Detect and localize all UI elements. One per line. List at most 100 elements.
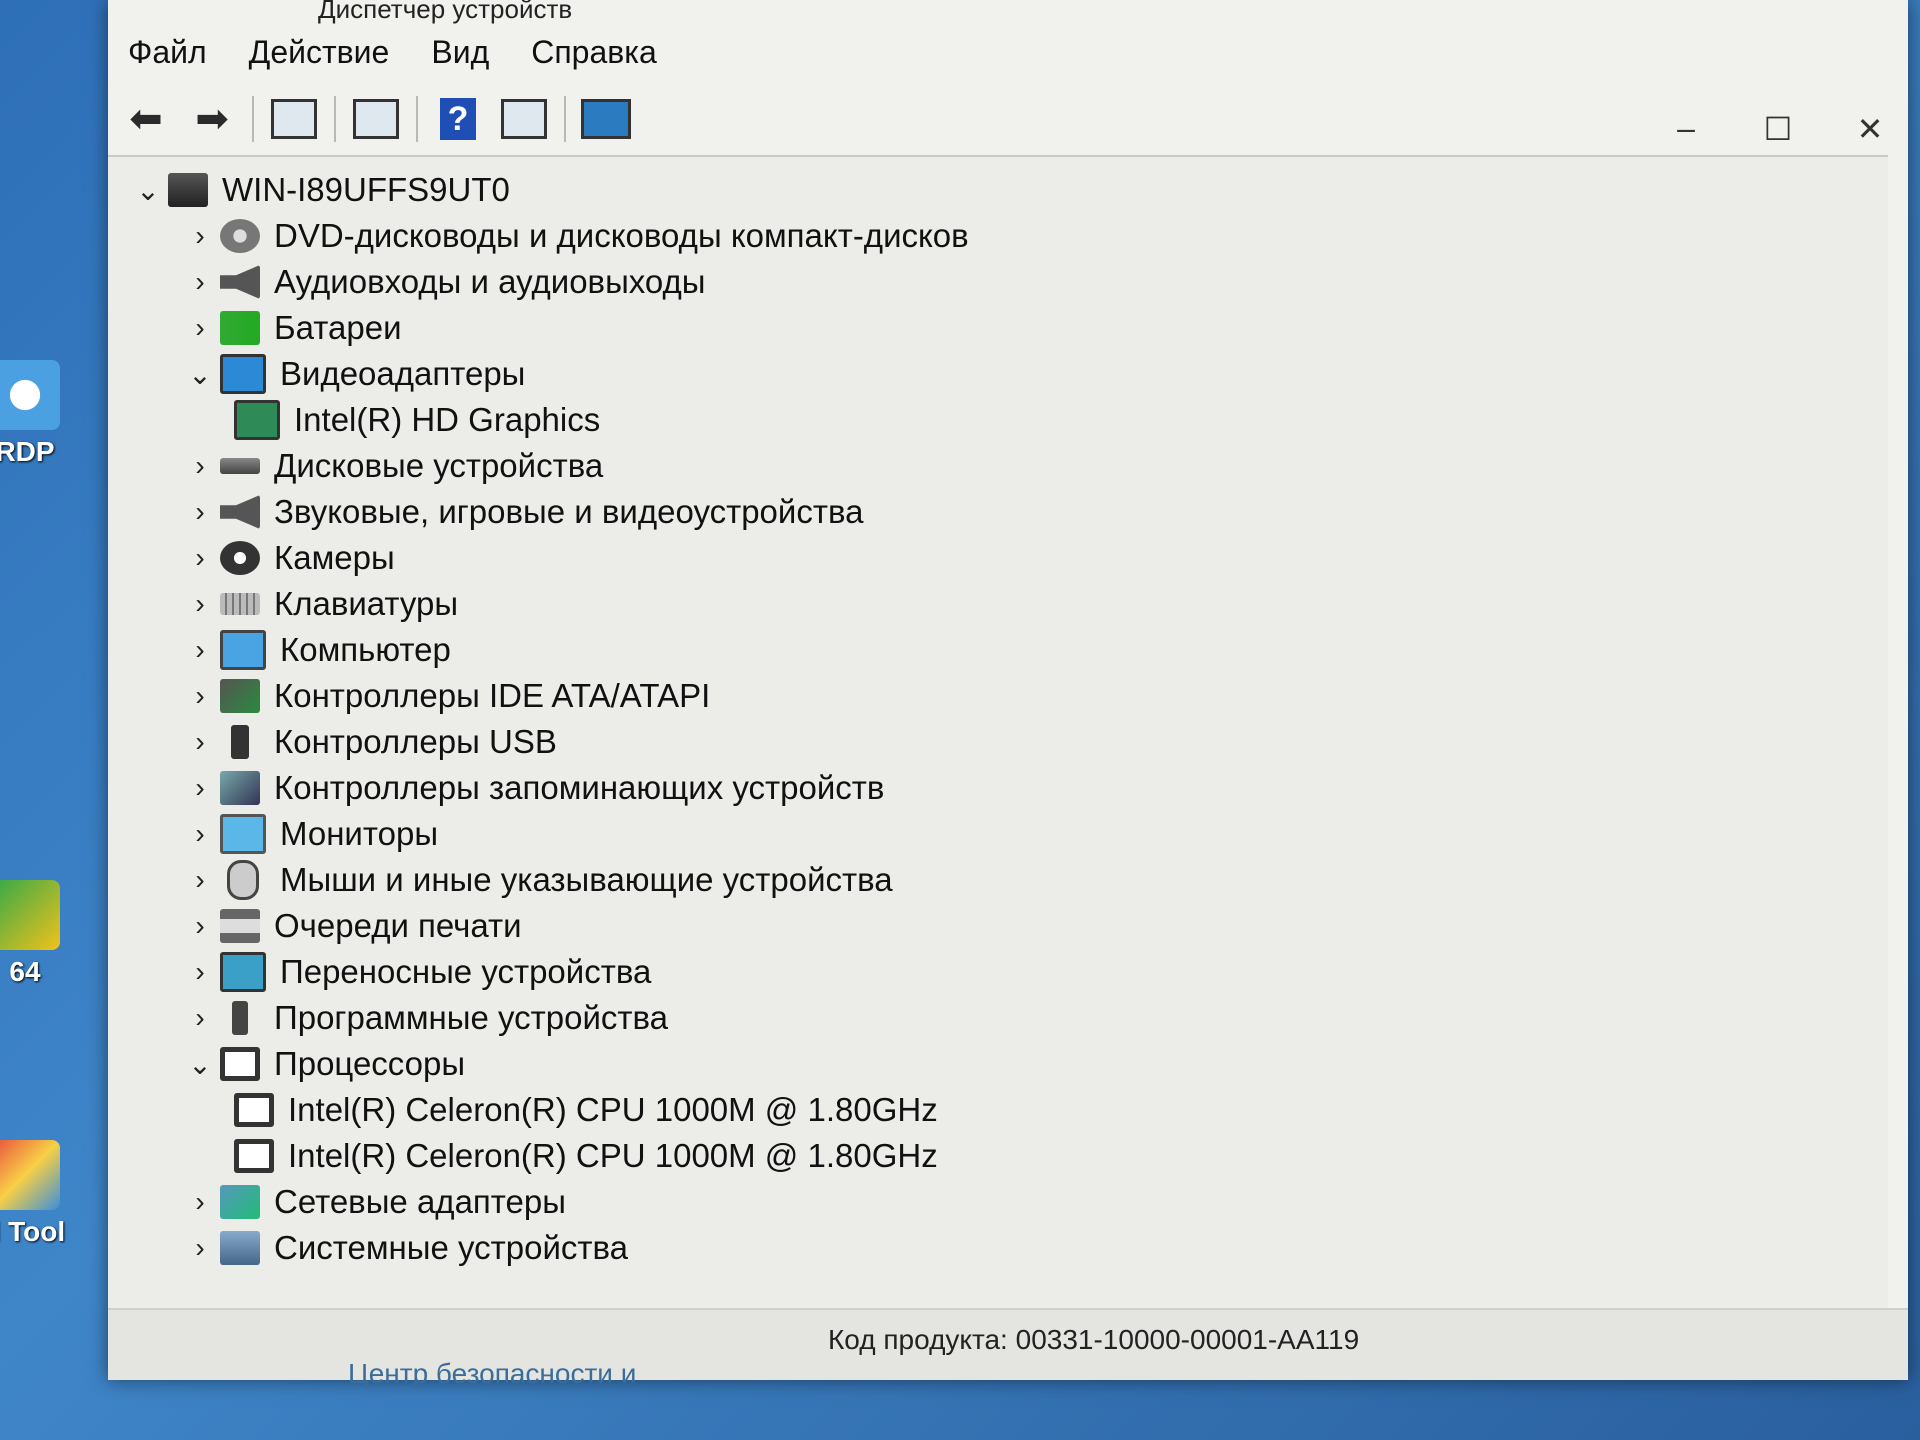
help-button[interactable]: ? — [432, 93, 484, 145]
chevron-right-icon[interactable]: › — [180, 634, 220, 666]
menu-view[interactable]: Вид — [431, 30, 489, 75]
chevron-right-icon[interactable]: › — [180, 312, 220, 344]
properties-button[interactable] — [268, 93, 320, 145]
tree-item-label: Звуковые, игровые и видеоустройства — [274, 493, 864, 530]
help-icon: ? — [440, 98, 476, 140]
toolbar-separator — [334, 96, 336, 142]
tree-item-label: Сетевые адаптеры — [274, 1183, 566, 1220]
tree-item-dvd[interactable]: › DVD-дисководы и дисководы компакт-диск… — [128, 213, 968, 259]
maximize-button[interactable]: ☐ — [1760, 110, 1796, 148]
device-tree-pane: ⌄ WIN-I89UFFS9UT0 › DVD-дисководы и диск… — [108, 155, 1888, 1310]
forward-icon: ➡ — [195, 97, 229, 141]
tree-item-computer[interactable]: › Компьютер — [128, 627, 969, 673]
chevron-right-icon[interactable]: › — [180, 864, 220, 896]
chevron-right-icon[interactable]: › — [180, 956, 220, 988]
battery-icon — [220, 311, 260, 345]
tree-item-audio-io[interactable]: › Аудиовходы и аудиовыходы — [128, 259, 969, 305]
tree-item-label: Программные устройства — [274, 999, 669, 1036]
menu-file[interactable]: Файл — [128, 30, 207, 75]
tree-item-label: Мониторы — [280, 815, 439, 852]
tree-item-batteries[interactable]: › Батареи — [128, 305, 969, 351]
chevron-right-icon[interactable]: › — [180, 1232, 220, 1264]
tree-device-cpu[interactable]: Intel(R) Celeron(R) CPU 1000M @ 1.80GHz — [128, 1087, 969, 1133]
chevron-right-icon[interactable]: › — [180, 1002, 220, 1034]
chevron-right-icon[interactable]: › — [180, 588, 220, 620]
chevron-right-icon[interactable]: › — [180, 772, 220, 804]
chevron-down-icon[interactable]: ⌄ — [180, 1048, 220, 1081]
portable-device-icon — [220, 952, 266, 992]
tree-item-label: Переносные устройства — [280, 953, 652, 990]
processor-icon — [234, 1139, 274, 1173]
tree-device-cpu[interactable]: Intel(R) Celeron(R) CPU 1000M @ 1.80GHz — [128, 1133, 969, 1179]
chevron-right-icon[interactable]: › — [180, 496, 220, 528]
tree-item-label: Видеоадаптеры — [280, 355, 526, 392]
tree-item-usb[interactable]: › Контроллеры USB — [128, 719, 969, 765]
chevron-right-icon[interactable]: › — [180, 266, 220, 298]
tree-item-label: Контроллеры IDE ATA/ATAPI — [274, 677, 711, 714]
chevron-right-icon[interactable]: › — [180, 910, 220, 942]
display-adapter-icon — [234, 400, 280, 440]
chevron-right-icon[interactable]: › — [180, 680, 220, 712]
rdp-icon — [0, 360, 60, 430]
desktop-icon-label: 64 — [9, 956, 41, 987]
tree-item-portable-devices[interactable]: › Переносные устройства — [128, 949, 969, 995]
close-button[interactable]: ✕ — [1852, 110, 1888, 148]
security-center-link[interactable]: Центр безопасности и — [348, 1358, 636, 1390]
chevron-right-icon[interactable]: › — [180, 220, 220, 252]
system-device-icon — [220, 1231, 260, 1265]
tree-item-cameras[interactable]: › Камеры — [128, 535, 969, 581]
tree-item-processors[interactable]: ⌄ Процессоры — [128, 1041, 969, 1087]
chevron-right-icon[interactable]: › — [180, 542, 220, 574]
window-title: Диспетчер устройств — [318, 0, 573, 24]
tree-item-print-queues[interactable]: › Очереди печати — [128, 903, 969, 949]
forward-button[interactable]: ➡ — [186, 93, 238, 145]
tree-device-label: Intel(R) Celeron(R) CPU 1000M @ 1.80GHz — [288, 1137, 938, 1174]
tree-item-network-adapters[interactable]: › Сетевые адаптеры — [128, 1179, 969, 1225]
desktop-icon-rdp[interactable]: RDP — [0, 360, 70, 468]
tree-item-display-adapters[interactable]: ⌄ Видеоадаптеры — [128, 351, 969, 397]
title-bar[interactable]: Диспетчер устройств — [108, 0, 1908, 30]
tree-item-software-devices[interactable]: › Программные устройства — [128, 995, 969, 1041]
display-adapter-icon — [220, 354, 266, 394]
tree-item-keyboards[interactable]: › Клавиатуры — [128, 581, 969, 627]
tree-item-ide[interactable]: › Контроллеры IDE ATA/ATAPI — [128, 673, 969, 719]
tree-item-label: Системные устройства — [274, 1229, 629, 1266]
tree-item-monitors[interactable]: › Мониторы — [128, 811, 969, 857]
chevron-down-icon[interactable]: ⌄ — [128, 174, 168, 207]
device-tree: ⌄ WIN-I89UFFS9UT0 › DVD-дисководы и диск… — [128, 167, 969, 1271]
mouse-icon — [227, 860, 259, 900]
tree-item-disk-drives[interactable]: › Дисковые устройства — [128, 443, 969, 489]
tree-device-gpu[interactable]: Intel(R) HD Graphics — [128, 397, 969, 443]
chevron-right-icon[interactable]: › — [180, 726, 220, 758]
menu-action[interactable]: Действие — [249, 30, 390, 75]
tree-item-label: Контроллеры запоминающих устройств — [274, 769, 885, 806]
tree-root[interactable]: ⌄ WIN-I89UFFS9UT0 — [128, 167, 969, 213]
tree-item-label: Камеры — [274, 539, 395, 576]
computer-root-icon — [168, 173, 208, 207]
tree-item-sound[interactable]: › Звуковые, игровые и видеоустройства — [128, 489, 969, 535]
tree-device-label: Intel(R) Celeron(R) CPU 1000M @ 1.80GHz — [288, 1091, 938, 1128]
keyboard-icon — [220, 593, 260, 615]
update-driver-button[interactable] — [350, 93, 402, 145]
scan-hardware-button[interactable] — [580, 93, 632, 145]
menu-help[interactable]: Справка — [531, 30, 657, 75]
tree-item-storage-controllers[interactable]: › Контроллеры запоминающих устройств — [128, 765, 969, 811]
chevron-down-icon[interactable]: ⌄ — [180, 358, 220, 391]
details-button[interactable] — [498, 93, 550, 145]
chevron-right-icon[interactable]: › — [180, 818, 220, 850]
toolbar: ⬅ ➡ ? — [120, 88, 632, 150]
aida64-icon — [0, 880, 60, 950]
desktop-icon-label: RDP — [0, 436, 55, 467]
chevron-right-icon[interactable]: › — [180, 450, 220, 482]
tree-item-mice[interactable]: › Мыши и иные указывающие устройства — [128, 857, 969, 903]
tree-item-label: Процессоры — [274, 1045, 466, 1082]
toolbar-separator — [564, 96, 566, 142]
back-button[interactable]: ⬅ — [120, 93, 172, 145]
tree-item-system-devices[interactable]: › Системные устройства — [128, 1225, 969, 1271]
processor-icon — [234, 1093, 274, 1127]
minimize-button[interactable]: – — [1668, 110, 1704, 148]
chevron-right-icon[interactable]: › — [180, 1186, 220, 1218]
desktop-icon-aida64[interactable]: 64 — [0, 880, 70, 988]
desktop-icon-tool[interactable]: ll Tool — [0, 1140, 70, 1248]
processor-icon — [220, 1047, 260, 1081]
